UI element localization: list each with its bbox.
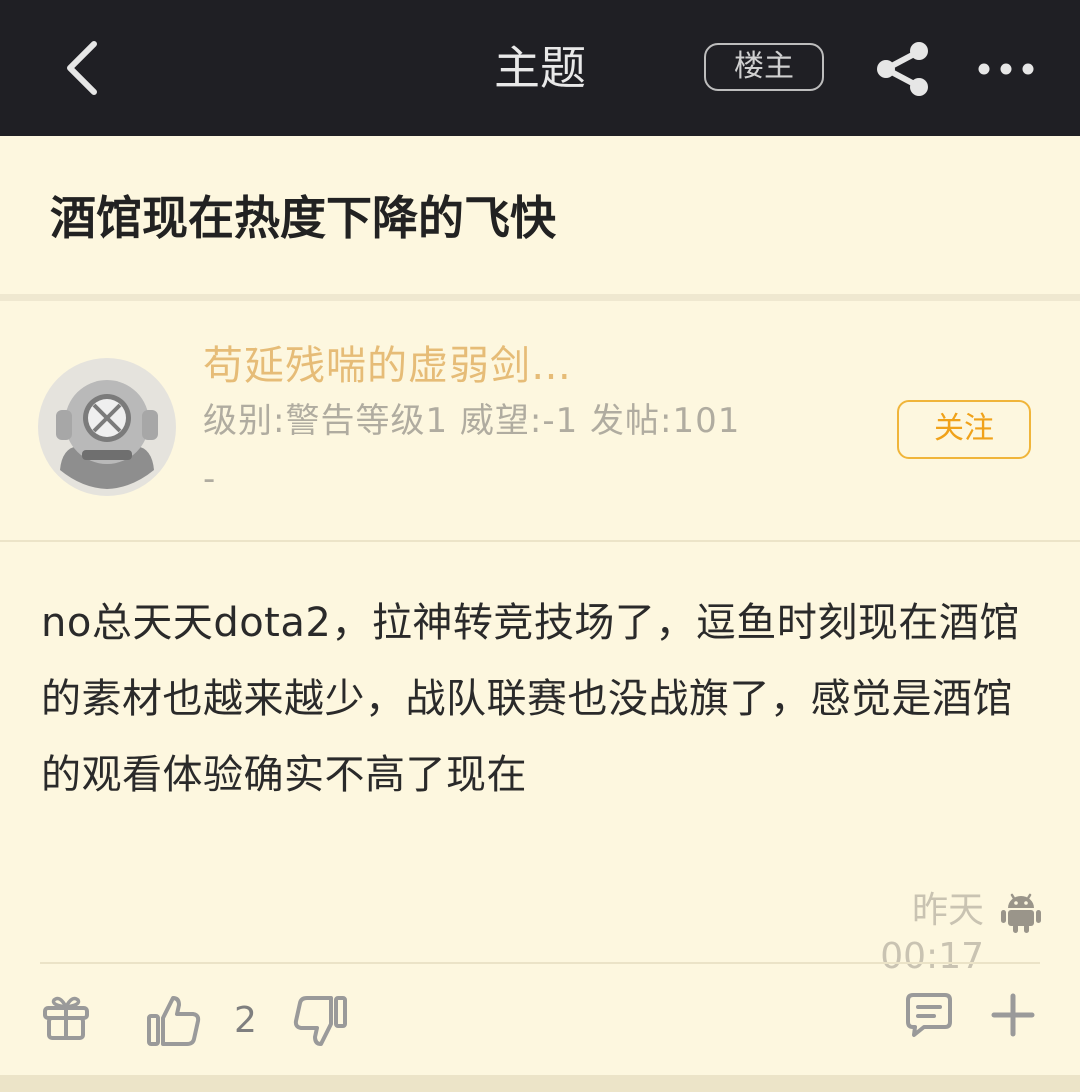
thumbs-down-icon [293, 996, 347, 1046]
gift-button[interactable] [40, 992, 92, 1044]
author-avatar[interactable] [38, 358, 176, 496]
comment-button[interactable] [904, 992, 954, 1038]
author-meta: 级别:警告等级1 威望:-1 发帖:101 [203, 401, 741, 441]
post-title: 酒馆现在热度下降的飞快 [50, 191, 556, 245]
more-icon [978, 63, 1034, 75]
next-post-edge [0, 1075, 1080, 1092]
android-icon [1000, 890, 1042, 934]
back-button[interactable] [52, 36, 116, 100]
dislike-button[interactable] [292, 994, 348, 1048]
author-name[interactable]: 苟延残喘的虚弱剑… [203, 338, 572, 394]
post-content: no总天天dota2，拉神转竞技场了，逗鱼时刻现在酒馆的素材也越来越少，战队联赛… [41, 600, 1020, 798]
share-icon [877, 42, 928, 96]
comment-icon [906, 993, 952, 1037]
author-meta-extra: - [203, 459, 216, 499]
diver-helmet-avatar [38, 358, 176, 496]
top-bar: 主题 楼主 [0, 0, 1080, 136]
share-button[interactable] [872, 40, 936, 98]
post-timestamp: 昨天 00:17 [880, 890, 984, 977]
section-divider [0, 294, 1080, 301]
thumbs-up-icon [147, 996, 201, 1046]
back-arrow-icon [67, 41, 97, 95]
add-button[interactable] [990, 992, 1036, 1038]
like-button[interactable] [146, 994, 202, 1048]
author-divider [0, 540, 1080, 542]
action-divider [40, 962, 1040, 964]
gift-icon [43, 996, 89, 1040]
plus-icon [991, 993, 1035, 1037]
only-owner-button[interactable]: 楼主 [704, 43, 824, 91]
more-button[interactable] [972, 44, 1038, 94]
follow-button[interactable]: 关注 [897, 400, 1031, 459]
like-count: 2 [234, 1000, 257, 1041]
